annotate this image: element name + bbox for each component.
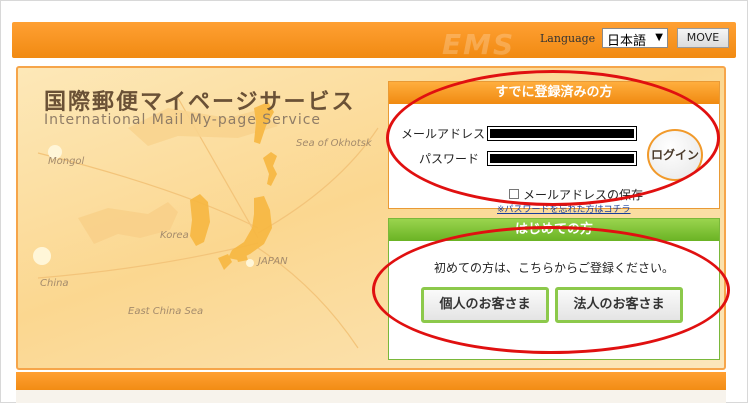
map-label-china: China [40, 278, 69, 289]
annotation-ellipse-login [386, 70, 720, 206]
bottom-strip [16, 390, 726, 403]
page-subtitle: International Mail My-page Service [44, 112, 322, 128]
language-label: Language [540, 32, 596, 45]
map-label-east-china-sea: East China Sea [128, 306, 204, 317]
top-bar: EMS Language 日本語 ▼ MOVE [12, 22, 736, 61]
move-button[interactable]: MOVE [677, 28, 729, 48]
city-dot [33, 247, 51, 265]
city-dot [246, 259, 254, 267]
hokkaido-shape [263, 152, 277, 186]
honshu-shape [228, 196, 272, 260]
ems-watermark: EMS [442, 28, 516, 61]
language-select[interactable]: 日本語 ▼ [602, 28, 668, 49]
map-label-okhotsk: Sea of Okhotsk [296, 138, 372, 149]
korea-shape [190, 194, 210, 246]
dropdown-arrow-icon: ▼ [655, 32, 663, 43]
bottom-bar [16, 372, 726, 390]
map-label-mongol: Mongol [48, 156, 85, 167]
language-selected-value: 日本語 [607, 34, 647, 49]
map-label-japan: JAPAN [258, 256, 288, 267]
annotation-ellipse-new-user [372, 226, 730, 354]
map-label-korea: Korea [160, 230, 189, 241]
